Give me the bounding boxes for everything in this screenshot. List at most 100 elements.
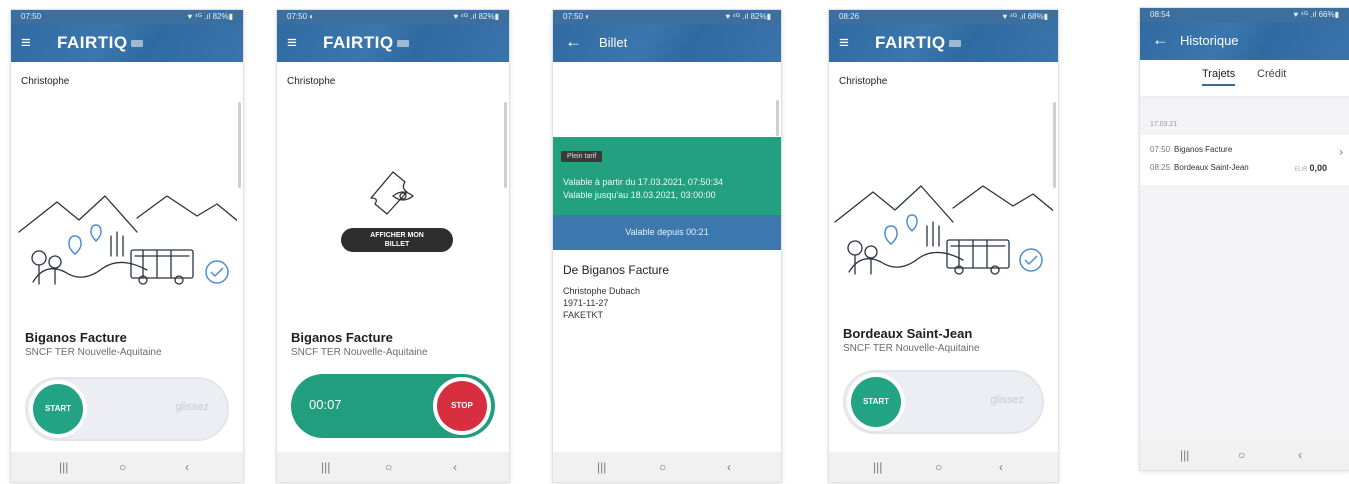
back-nav-icon[interactable]: ‹ [185, 460, 189, 474]
slide-hint: glissez [990, 394, 1024, 406]
menu-icon[interactable]: ≡ [21, 34, 31, 52]
start-slider[interactable]: START glissez [25, 377, 229, 441]
status-time: 07:50 ◐ [287, 12, 315, 21]
home-icon[interactable]: ○ [1238, 448, 1245, 462]
android-nav-bar: ||| ○ ‹ [553, 452, 781, 482]
departure-station: Biganos Facture [1174, 145, 1233, 154]
back-arrow-icon[interactable]: ← [565, 33, 582, 51]
logo-badge-icon [396, 40, 409, 48]
chevron-right-icon: › [1339, 147, 1343, 158]
ticket-origin: De Biganos Facture [563, 263, 670, 277]
trip-running-bar: 00:07 STOP [291, 374, 495, 438]
tab-credit[interactable]: Crédit [1257, 68, 1286, 80]
fairtiq-logo: FAIRTIQ [875, 33, 961, 53]
scrollbar[interactable] [1053, 102, 1056, 188]
back-arrow-icon[interactable]: ← [1152, 31, 1169, 49]
recent-apps-icon[interactable]: ||| [873, 460, 882, 474]
arrival-station: Bordeaux Saint-Jean [1174, 163, 1249, 172]
status-indicators: ♥ ⁴ᴳ .ıl 82%▮ [187, 12, 233, 21]
start-button[interactable]: START [33, 384, 83, 434]
ticket-eye-icon [370, 171, 414, 215]
recent-apps-icon[interactable]: ||| [59, 460, 68, 474]
passenger-birthdate: 1971-11-27 [563, 298, 609, 308]
app-bar: ← Historique [1140, 22, 1349, 60]
start-slider[interactable]: START glissez [843, 370, 1044, 434]
departure-time: 07:50 [1150, 145, 1171, 154]
app-bar: ← Billet [553, 24, 781, 62]
price-value: 0,00 [1309, 163, 1327, 173]
passenger-name: Christophe Dubach [563, 286, 641, 296]
mountain-bus-illustration-icon [834, 185, 1053, 275]
page-title: Historique [1180, 33, 1239, 48]
brand-text: FAIRTIQ [323, 33, 394, 52]
status-bar: 07:50 ♥ ⁴ᴳ .ıl 82%▮ [11, 10, 243, 24]
trip-departure: 07:50 Biganos Facture [1150, 145, 1232, 154]
slide-hint: glissez [175, 401, 209, 413]
user-name: Christophe [839, 76, 888, 87]
brand-text: FAIRTIQ [875, 33, 946, 52]
operator-name: SNCF TER Nouvelle-Aquitaine [25, 347, 162, 358]
show-ticket-label-1: AFFICHER MON [370, 232, 424, 239]
ticket-code: FAKETKT [563, 310, 604, 320]
scrollbar[interactable] [776, 100, 779, 136]
recent-apps-icon[interactable]: ||| [321, 460, 330, 474]
screen-2-running: 07:50 ◐ ♥ ⁴ᴳ .ıl 82%▮ ≡ FAIRTIQ Christop… [277, 10, 509, 482]
back-nav-icon[interactable]: ‹ [1298, 448, 1302, 462]
menu-icon[interactable]: ≡ [839, 34, 849, 52]
trip-date: 17.03.21 [1150, 121, 1178, 128]
station-name: Biganos Facture [25, 330, 127, 345]
home-icon[interactable]: ○ [659, 460, 666, 474]
back-nav-icon[interactable]: ‹ [453, 460, 457, 474]
back-nav-icon[interactable]: ‹ [727, 460, 731, 474]
price-currency: EUR [1294, 167, 1308, 173]
status-indicators: ♥ ⁴ᴳ .ıl 68%▮ [1002, 12, 1048, 21]
fairtiq-logo: FAIRTIQ [57, 33, 143, 53]
fairtiq-logo: FAIRTIQ [323, 33, 409, 53]
show-ticket-button[interactable]: AFFICHER MON BILLET [341, 228, 453, 252]
screen-5-history: 08:54 ♥ ⁴ᴳ .ıl 66%▮ ← Historique Trajets… [1140, 8, 1349, 470]
arrival-time: 08:25 [1150, 163, 1171, 172]
valid-until: Valable jusqu'au 18.03.2021, 03:00:00 [563, 190, 716, 200]
ticket-validity-panel: Plein tarif Valable à partir du 17.03.20… [553, 137, 781, 215]
status-bar: 08:26 ♥ ⁴ᴳ .ıl 68%▮ [829, 10, 1058, 24]
recent-apps-icon[interactable]: ||| [1180, 448, 1189, 462]
status-time: 07:50 ◐ [563, 12, 591, 21]
stop-button[interactable]: STOP [437, 381, 487, 431]
trip-timer: 00:07 [309, 397, 342, 412]
fare-badge: Plein tarif [561, 151, 603, 162]
status-indicators: ♥ ⁴ᴳ .ıl 82%▮ [725, 12, 771, 21]
logo-badge-icon [130, 40, 143, 48]
start-button[interactable]: START [851, 377, 901, 427]
trip-row[interactable]: 07:50 Biganos Facture 08:25 Bordeaux Saint… [1140, 135, 1349, 185]
operator-name: SNCF TER Nouvelle-Aquitaine [843, 343, 980, 354]
back-nav-icon[interactable]: ‹ [999, 460, 1003, 474]
android-nav-bar: ||| ○ ‹ [829, 452, 1058, 482]
home-icon[interactable]: ○ [119, 460, 126, 474]
logo-badge-icon [948, 40, 961, 48]
app-bar: ≡ FAIRTIQ [11, 24, 243, 62]
station-name: Bordeaux Saint-Jean [843, 326, 973, 341]
recent-apps-icon[interactable]: ||| [597, 460, 606, 474]
station-name: Biganos Facture [291, 330, 393, 345]
valid-from: Valable à partir du 17.03.2021, 07:50:34 [563, 177, 723, 187]
menu-icon[interactable]: ≡ [287, 34, 297, 52]
app-bar: ≡ FAIRTIQ [829, 24, 1058, 62]
status-time: 08:54 [1150, 10, 1171, 19]
trip-price: EUR 0,00 [1295, 163, 1327, 173]
show-ticket-label-2: BILLET [384, 241, 410, 248]
scrollbar[interactable] [504, 102, 507, 188]
screen-4-arrival: 08:26 ♥ ⁴ᴳ .ıl 68%▮ ≡ FAIRTIQ Christophe… [829, 10, 1058, 482]
status-indicators: ♥ ⁴ᴳ .ıl 66%▮ [1293, 10, 1339, 19]
page-title: Billet [599, 35, 628, 50]
valid-since-banner: Valable depuis 00:21 [553, 215, 781, 250]
status-bar: 07:50 ◐ ♥ ⁴ᴳ .ıl 82%▮ [277, 10, 509, 24]
home-icon[interactable]: ○ [935, 460, 942, 474]
history-list: 17.03.21 07:50 Biganos Facture 08:25 Borde… [1140, 97, 1349, 440]
brand-text: FAIRTIQ [57, 33, 128, 52]
operator-name: SNCF TER Nouvelle-Aquitaine [291, 347, 428, 358]
tab-trips[interactable]: Trajets [1202, 68, 1236, 86]
scrollbar[interactable] [238, 102, 241, 188]
home-icon[interactable]: ○ [385, 460, 392, 474]
screen-3-ticket: 07:50 ◐ ♥ ⁴ᴳ .ıl 82%▮ ← Billet Plein tar… [553, 10, 781, 482]
app-bar: ≡ FAIRTIQ [277, 24, 509, 62]
